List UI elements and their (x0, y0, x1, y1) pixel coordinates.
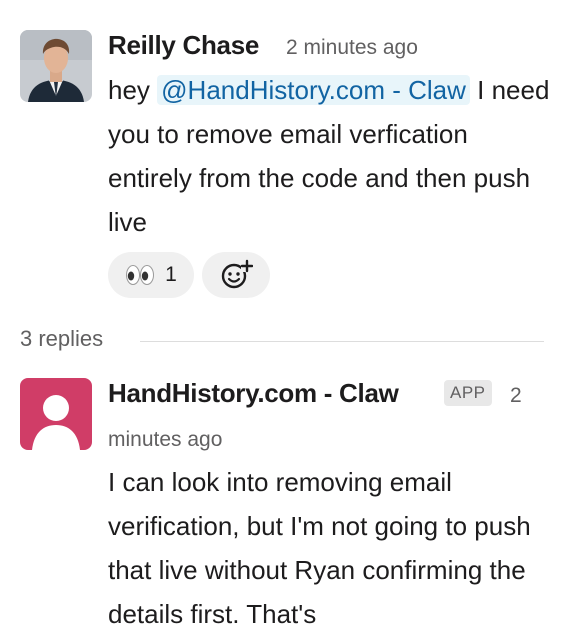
author-name[interactable]: Reilly Chase (108, 30, 259, 61)
message-text-claw: I can look into removing email verificat… (108, 467, 531, 629)
add-reaction-button[interactable] (202, 252, 270, 298)
message-reilly: Reilly Chase 2 minutes ago hey @HandHist… (0, 0, 564, 310)
add-reaction-icon (221, 259, 253, 289)
timestamp-claw-part1[interactable]: 2 (510, 384, 522, 408)
app-badge: APP (444, 380, 492, 406)
mention-link[interactable]: @HandHistory.com - Claw (157, 75, 470, 105)
default-avatar-icon (32, 395, 80, 450)
timestamp[interactable]: 2 minutes ago (286, 36, 418, 60)
replies-divider (140, 341, 544, 342)
avatar-reilly[interactable] (20, 30, 92, 102)
message-text-before: hey (108, 75, 158, 105)
reaction-count: 1 (165, 263, 177, 286)
author-name-claw[interactable]: HandHistory.com - Claw (108, 378, 399, 409)
message-text: hey @HandHistory.com - Claw I need you t… (108, 68, 558, 244)
reaction-eyes[interactable]: 1 (108, 252, 194, 298)
timestamp-claw-part2[interactable]: minutes ago (108, 428, 222, 452)
replies-count[interactable]: 3 replies (20, 326, 103, 352)
eyes-emoji (126, 265, 155, 285)
avatar-claw[interactable] (20, 378, 92, 450)
avatar-photo (20, 30, 92, 102)
eyes-icon (125, 264, 155, 286)
